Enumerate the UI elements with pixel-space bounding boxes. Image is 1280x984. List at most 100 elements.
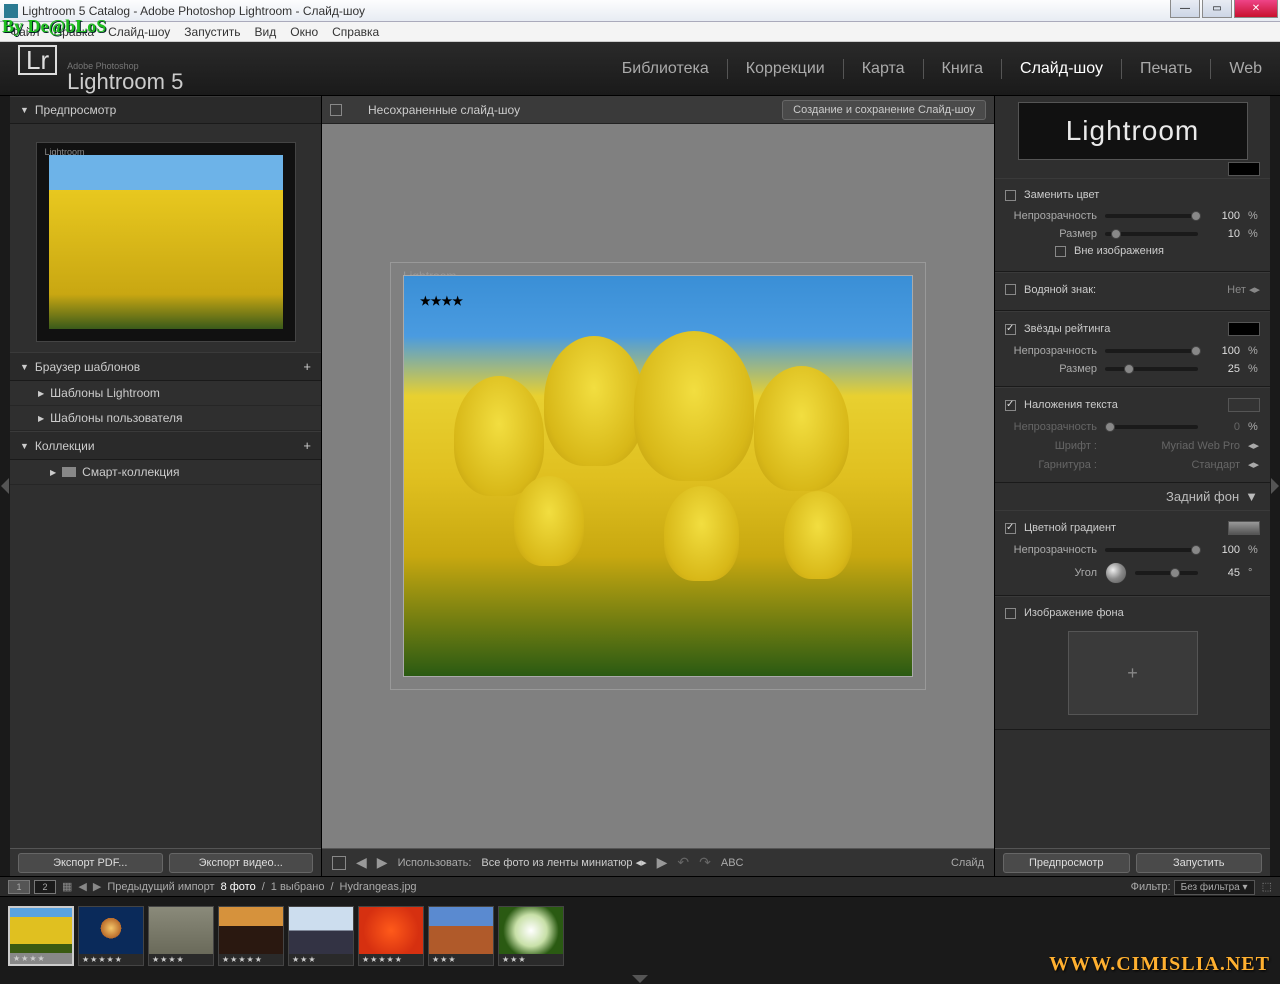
screen-2-button[interactable]: 2: [34, 880, 56, 894]
watermark-checkbox[interactable]: [1005, 284, 1016, 295]
opacity-slider-2[interactable]: [1105, 349, 1198, 353]
filmstrip-thumb[interactable]: ★★★★★: [358, 906, 424, 966]
template-group-lightroom[interactable]: ▶ Шаблоны Lightroom: [10, 381, 321, 406]
prev-arrow-icon[interactable]: ◀: [356, 854, 367, 871]
module-Web[interactable]: Web: [1229, 56, 1262, 82]
bg-image-dropzone[interactable]: +: [1068, 631, 1198, 715]
identity-plate[interactable]: Lightroom: [1018, 102, 1248, 160]
size-slider-2[interactable]: [1105, 367, 1198, 371]
module-Слайд-шоу[interactable]: Слайд-шоу: [1020, 56, 1103, 82]
filter-selector[interactable]: Без фильтра ▾: [1174, 880, 1255, 895]
menu-slideshow[interactable]: Слайд-шоу: [108, 25, 170, 39]
filmstrip-thumb[interactable]: ★★★★★: [218, 906, 284, 966]
background-header[interactable]: Задний фон▼: [995, 483, 1270, 510]
export-video-button[interactable]: Экспорт видео...: [169, 853, 314, 873]
opacity-slider-3: [1105, 425, 1198, 429]
bg-image-checkbox[interactable]: [1005, 608, 1016, 619]
use-selector[interactable]: Все фото из ленты миниатюр ◂▸: [481, 856, 646, 869]
menu-window[interactable]: Окно: [290, 25, 318, 39]
opacity-slider-1[interactable]: [1105, 214, 1198, 218]
page-watermark-url: WWW.CIMISLIA.NET: [1049, 953, 1270, 976]
opacity-slider-4[interactable]: [1105, 548, 1198, 552]
filmstrip-thumb[interactable]: ★★★★: [8, 906, 74, 966]
filmstrip-thumb[interactable]: ★★★★: [148, 906, 214, 966]
angle-knob[interactable]: [1105, 562, 1127, 584]
slideshow-title: Несохраненные слайд-шоу: [348, 103, 782, 117]
slide-stars: ★★★★: [420, 294, 463, 308]
app-logo: Lr Adobe Photoshop Lightroom 5: [18, 45, 183, 93]
current-filename: Hydrangeas.jpg: [340, 881, 417, 893]
filter-lock-icon[interactable]: ⬚: [1262, 881, 1272, 893]
font-selector[interactable]: Myriad Web Pro: [1161, 440, 1240, 452]
gradient-swatch[interactable]: [1228, 521, 1260, 535]
plus-icon[interactable]: +: [303, 438, 311, 453]
center-toolbar: ◀ ▶ Использовать: Все фото из ленты мини…: [322, 848, 994, 876]
collections-header[interactable]: ▼ Коллекции +: [10, 431, 321, 460]
right-panel-toggle[interactable]: [1270, 96, 1280, 876]
logo-lr-icon: Lr: [18, 45, 57, 75]
stars-checkbox[interactable]: [1005, 324, 1016, 335]
filmstrip-thumb[interactable]: ★★★: [498, 906, 564, 966]
next-arrow-icon[interactable]: ▶: [377, 854, 388, 871]
preview-button[interactable]: Предпросмотр: [1003, 853, 1130, 873]
rotate-ccw-icon[interactable]: ↶: [677, 854, 689, 871]
stars-color-swatch[interactable]: [1228, 322, 1260, 336]
window-maximize-button[interactable]: ▭: [1202, 0, 1232, 18]
preview-header-label: Предпросмотр: [35, 103, 116, 117]
module-Книга[interactable]: Книга: [942, 56, 983, 82]
screen-1-button[interactable]: 1: [8, 880, 30, 894]
triangle-right-icon: ▶: [50, 468, 56, 477]
menu-view[interactable]: Вид: [255, 25, 277, 39]
center-stage: Несохраненные слайд-шоу Создание и сохра…: [322, 96, 994, 876]
slide-indicator: Слайд: [951, 857, 984, 869]
export-pdf-button[interactable]: Экспорт PDF...: [18, 853, 163, 873]
text-color-swatch[interactable]: [1228, 398, 1260, 412]
next-icon[interactable]: ▶: [93, 880, 101, 893]
slideshow-header: Несохраненные слайд-шоу Создание и сохра…: [322, 96, 994, 124]
collection-smart[interactable]: ▶ Смарт-коллекция: [10, 460, 321, 485]
source-label[interactable]: Предыдущий импорт: [107, 881, 214, 893]
triangle-down-icon: ▼: [20, 441, 29, 451]
outside-image-checkbox[interactable]: [1055, 246, 1066, 257]
prev-icon[interactable]: ◀: [78, 880, 86, 893]
module-Карта[interactable]: Карта: [862, 56, 905, 82]
menu-help[interactable]: Справка: [332, 25, 379, 39]
run-button[interactable]: Запустить: [1136, 853, 1263, 873]
plus-icon[interactable]: +: [303, 359, 311, 374]
filmstrip-thumb[interactable]: ★★★: [428, 906, 494, 966]
module-Библиотека[interactable]: Библиотека: [622, 56, 709, 82]
grid-icon[interactable]: ▦: [62, 880, 72, 893]
window-close-button[interactable]: ✕: [1234, 0, 1278, 18]
filmstrip-infobar: 1 2 ▦ ◀ ▶ Предыдущий импорт 8 фото / 1 в…: [0, 876, 1280, 896]
filmstrip-thumb[interactable]: ★★★: [288, 906, 354, 966]
create-save-slideshow-button[interactable]: Создание и сохранение Слайд-шоу: [782, 100, 986, 120]
stop-icon[interactable]: [332, 856, 346, 870]
menu-run[interactable]: Запустить: [184, 25, 240, 39]
face-selector[interactable]: Стандарт: [1191, 459, 1240, 471]
abc-button[interactable]: ABC: [721, 857, 744, 869]
module-picker-bar: Lr Adobe Photoshop Lightroom 5 Библиотек…: [0, 42, 1280, 96]
square-icon: [330, 104, 342, 116]
overlay-watermark: By De@bLoS: [2, 16, 106, 37]
left-panel-toggle[interactable]: [0, 96, 10, 876]
module-Коррекции[interactable]: Коррекции: [746, 56, 825, 82]
left-panel: ▼ Предпросмотр Lightroom ▼ Браузер шабло…: [10, 96, 322, 876]
text-overlay-checkbox[interactable]: [1005, 400, 1016, 411]
rotate-cw-icon[interactable]: ↷: [699, 854, 711, 871]
preview-header[interactable]: ▼ Предпросмотр: [10, 96, 321, 124]
triangle-right-icon: ▶: [38, 389, 44, 398]
gradient-checkbox[interactable]: [1005, 523, 1016, 534]
templates-header[interactable]: ▼ Браузер шаблонов +: [10, 352, 321, 381]
identity-color-swatch[interactable]: [1228, 162, 1260, 176]
filmstrip-thumb[interactable]: ★★★★★: [78, 906, 144, 966]
module-Печать[interactable]: Печать: [1140, 56, 1192, 82]
size-slider-1[interactable]: [1105, 232, 1198, 236]
play-icon[interactable]: ▶: [657, 854, 668, 871]
window-minimize-button[interactable]: —: [1170, 0, 1200, 18]
menubar: Файл Правка Слайд-шоу Запустить Вид Окно…: [0, 22, 1280, 42]
watermark-value[interactable]: Нет ◂▸: [1227, 283, 1260, 296]
filter-label: Фильтр:: [1131, 881, 1171, 893]
angle-slider[interactable]: [1135, 571, 1198, 575]
template-group-user[interactable]: ▶ Шаблоны пользователя: [10, 406, 321, 431]
replace-color-checkbox[interactable]: [1005, 190, 1016, 201]
